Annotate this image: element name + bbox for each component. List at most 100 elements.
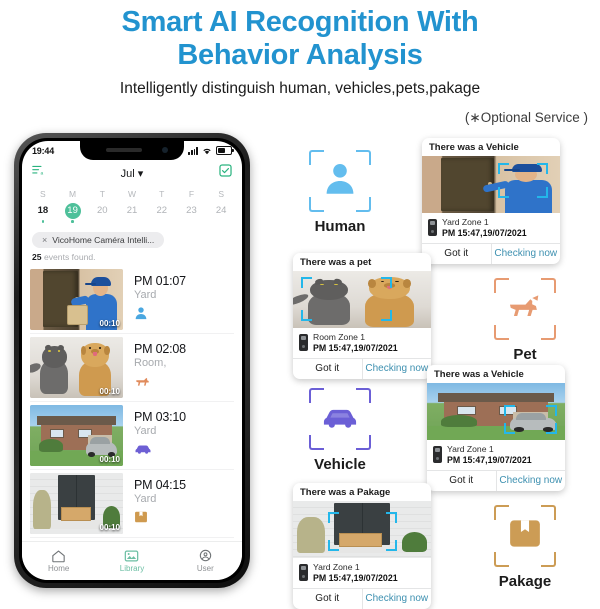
optional-service-note: (∗Optional Service ) (464, 110, 588, 125)
event-zone: Yard (134, 288, 157, 301)
notification-zone: Yard Zone 1 (442, 217, 489, 227)
got-it-button[interactable]: Got it (422, 243, 492, 264)
tab-label: Home (47, 564, 70, 573)
close-icon[interactable]: × (42, 235, 47, 245)
notification-card[interactable]: There was a Pakage Yard Zone 1 PM 15:47,… (293, 483, 431, 609)
calendar-day-21[interactable]: 21 (117, 203, 147, 223)
calendar-day-19[interactable]: 19 (58, 203, 88, 223)
category-label: Vehicle (314, 456, 366, 473)
event-meta: PM 03:10 Yard (123, 405, 186, 457)
list-item[interactable]: 00:10 PM 02:08 Room, (30, 334, 234, 402)
day-number: 22 (156, 205, 168, 216)
events-list: 00:10 PM 01:07 Yard 00:10 PM 02:08 Room,… (22, 266, 242, 538)
human-icon (134, 306, 186, 321)
detection-bracket-icon (504, 404, 557, 435)
category-label: Human (314, 218, 366, 235)
notification-meta: Yard Zone 1 PM 15:47,19/07/2021 (422, 213, 560, 243)
calendar-dow: S (28, 188, 58, 201)
event-thumbnail[interactable]: 00:10 (30, 404, 123, 466)
detection-bracket-icon (301, 276, 393, 322)
notification-actions: Got it Checking now (427, 469, 566, 491)
events-found-label: events found. (43, 251, 96, 262)
package-icon (134, 510, 186, 525)
svg-text:a: a (41, 172, 44, 177)
tab-user[interactable]: User (169, 549, 242, 573)
notification-card[interactable]: There was a pet Room Zone 1 PM 15:47,19/… (293, 253, 431, 379)
day-number: 20 (97, 205, 108, 216)
camera-device-icon (433, 446, 442, 464)
checking-now-button[interactable]: Checking now (497, 471, 566, 491)
checking-now-button[interactable]: Checking now (492, 244, 561, 264)
tab-home[interactable]: Home (22, 549, 95, 573)
event-thumbnail[interactable]: 00:10 (30, 336, 123, 398)
title-line-1: Smart AI Recognition With (121, 6, 479, 38)
category-label: Pakage (498, 573, 552, 590)
got-it-button[interactable]: Got it (427, 470, 497, 491)
notification-time: PM 15:47,19/07/2021 (313, 342, 398, 353)
filter-list-icon[interactable]: a (32, 164, 45, 182)
pet-icon (494, 278, 556, 340)
notification-zone: Yard Zone 1 (447, 444, 494, 454)
event-duration: 00:10 (99, 386, 120, 396)
event-zone: Yard (134, 424, 157, 437)
event-thumbnail[interactable]: 00:10 (30, 472, 123, 534)
calendar-dow: M (58, 188, 88, 201)
header: Smart AI Recognition With Behavior Analy… (0, 0, 600, 98)
calendar-day-20[interactable]: 20 (87, 203, 117, 223)
notification-time: PM 15:47,19/07/2021 (447, 454, 532, 465)
checking-now-button[interactable]: Checking now (363, 359, 432, 379)
events-count: 25 (32, 251, 42, 262)
event-meta: PM 01:07 Yard (123, 269, 186, 321)
notification-title: There was a Vehicle (434, 369, 524, 380)
status-bar: 19:44 (22, 141, 242, 160)
notification-image (422, 156, 560, 213)
notification-actions: Got it Checking now (422, 242, 561, 264)
day-number: 19 (64, 203, 81, 219)
notification-title: There was a Vehicle (429, 142, 519, 153)
day-number: 18 (37, 205, 49, 216)
camera-filter-chip[interactable]: × VicoHome Caméra Intelli... (32, 231, 165, 248)
category-label: Pet (513, 346, 537, 363)
pet-icon (134, 374, 186, 389)
filter-chip-row: × VicoHome Caméra Intelli... (22, 223, 242, 250)
event-time: PM 02:08 (134, 341, 186, 356)
notification-actions: Got it Checking now (293, 357, 432, 379)
month-selector[interactable]: Jul ▾ (121, 167, 144, 180)
list-item[interactable]: 00:10 PM 04:15 Yard (30, 470, 234, 538)
notification-zone: Yard Zone 1 (313, 562, 360, 572)
calendar-dow: T (147, 188, 177, 201)
notification-card[interactable]: There was a Vehicle Yard Zone 1 PM 15:47… (422, 138, 560, 264)
category-human: Human (298, 150, 382, 235)
notification-time: PM 15:47,19/07/2021 (313, 572, 398, 583)
got-it-button[interactable]: Got it (293, 358, 363, 379)
phone-bezel: 19:44 a Jul ▾ S M T W T F S 18 19 20 21 … (19, 138, 245, 583)
calendar-day-18[interactable]: 18 (28, 203, 58, 223)
dow-label: T (99, 189, 105, 199)
list-item[interactable]: 00:10 PM 01:07 Yard (30, 266, 234, 334)
app-bar: a Jul ▾ (22, 160, 242, 186)
tab-library[interactable]: Library (95, 549, 168, 573)
checking-now-button[interactable]: Checking now (363, 589, 432, 609)
status-time: 19:44 (32, 145, 55, 156)
event-thumbnail[interactable]: 00:10 (30, 268, 123, 330)
category-package: Pakage (483, 505, 567, 590)
page-title: Smart AI Recognition With Behavior Analy… (0, 0, 600, 72)
detection-bracket-icon (497, 162, 548, 199)
event-time: PM 04:15 (134, 477, 186, 492)
detection-bracket-icon (327, 512, 397, 552)
calendar-day-22[interactable]: 22 (147, 203, 177, 223)
calendar-day-23[interactable]: 23 (177, 203, 207, 223)
calendar-day-24[interactable]: 24 (206, 203, 236, 223)
human-icon (309, 150, 371, 212)
day-number: 23 (186, 205, 197, 216)
list-item[interactable]: 00:10 PM 03:10 Yard (30, 402, 234, 470)
got-it-button[interactable]: Got it (293, 588, 363, 609)
notification-card[interactable]: There was a Vehicle Yard Zone 1 PM 15:47… (427, 365, 565, 491)
select-checkbox-icon[interactable] (219, 164, 232, 182)
tab-label: Library (119, 564, 145, 573)
event-dot (41, 220, 45, 223)
dow-label: F (188, 189, 195, 199)
bottom-tab-bar: Home Library User (22, 541, 242, 580)
calendar-dow: T (87, 188, 117, 201)
vehicle-icon (134, 442, 186, 457)
